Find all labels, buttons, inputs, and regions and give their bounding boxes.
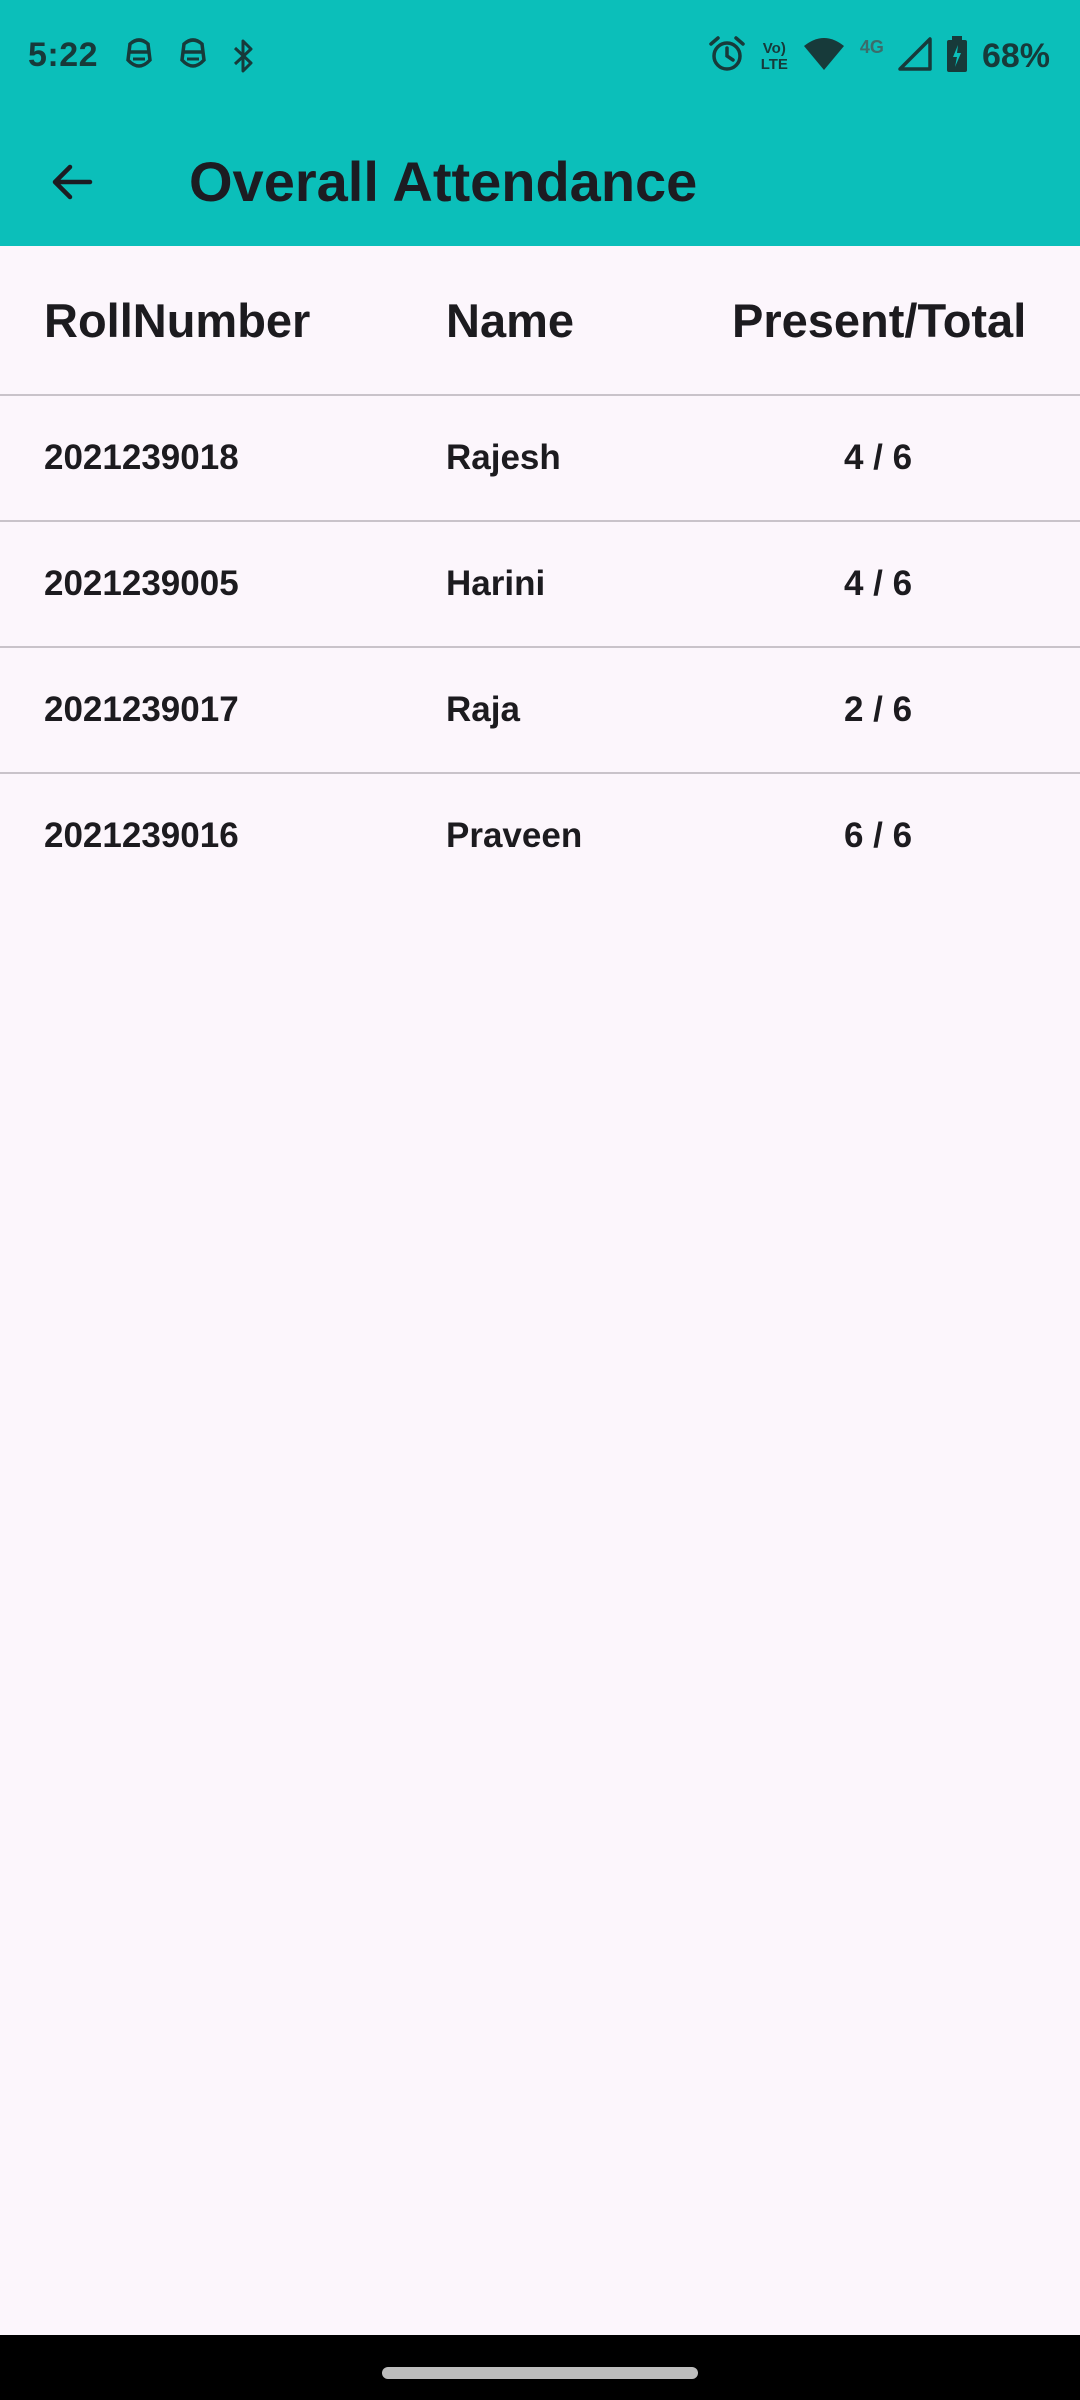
alarm-icon xyxy=(707,34,747,79)
system-status-icons: Vo) LTE 4G 68% xyxy=(707,34,1050,79)
home-gesture-handle[interactable] xyxy=(382,2367,698,2379)
header-name: Name xyxy=(446,293,575,347)
notification-app-icon xyxy=(124,38,154,79)
roll-number-cell: 2021239005 xyxy=(44,564,239,603)
table-row: 2021239005 Harini 4 / 6 xyxy=(0,522,1080,648)
table-row: 2021239016 Praveen 6 / 6 xyxy=(0,774,1080,898)
present-total-cell: 4 / 6 xyxy=(843,564,913,603)
roll-number-cell: 2021239016 xyxy=(44,816,239,855)
status-time: 5:22 xyxy=(28,36,99,74)
system-navigation-bar xyxy=(0,2335,1080,2400)
screen: 5:22 Vo) LTE 4G 68% Overall Attendance R… xyxy=(0,0,1080,2400)
app-bar: Overall Attendance xyxy=(0,116,1080,246)
bluetooth-icon xyxy=(232,38,254,79)
cell-signal-icon xyxy=(898,37,932,76)
notification-icons xyxy=(124,38,254,79)
volte-line1: Vo) xyxy=(762,39,786,57)
attendance-table: RollNumber Name Present/Total 2021239018… xyxy=(0,246,1080,898)
name-cell: Harini xyxy=(446,564,546,603)
volte-line2: LTE xyxy=(760,55,788,73)
page-title: Overall Attendance xyxy=(189,150,698,213)
wifi-icon xyxy=(802,36,846,77)
table-row: 2021239017 Raja 2 / 6 xyxy=(0,648,1080,774)
name-cell: Raja xyxy=(446,690,520,729)
name-cell: Praveen xyxy=(446,816,583,855)
battery-icon xyxy=(946,35,968,78)
status-bar: 5:22 Vo) LTE 4G 68% xyxy=(0,0,1080,116)
present-total-cell: 6 / 6 xyxy=(843,816,913,855)
present-total-cell: 2 / 6 xyxy=(843,690,913,729)
table-header: RollNumber Name Present/Total xyxy=(0,246,1080,396)
present-total-cell: 4 / 6 xyxy=(843,438,913,477)
roll-number-cell: 2021239018 xyxy=(44,438,239,477)
roll-number-cell: 2021239017 xyxy=(44,690,239,729)
name-cell: Rajesh xyxy=(446,438,561,477)
battery-percentage: 68% xyxy=(981,37,1050,75)
table-row: 2021239018 Rajesh 4 / 6 xyxy=(0,396,1080,522)
header-present-total: Present/Total xyxy=(732,293,1027,347)
network-type-label: 4G xyxy=(859,37,884,57)
notification-app-icon xyxy=(178,38,208,79)
back-button[interactable] xyxy=(30,140,114,224)
volte-indicator: Vo) LTE xyxy=(760,39,788,73)
arrow-back-icon xyxy=(52,164,93,200)
header-roll-number: RollNumber xyxy=(44,293,311,347)
